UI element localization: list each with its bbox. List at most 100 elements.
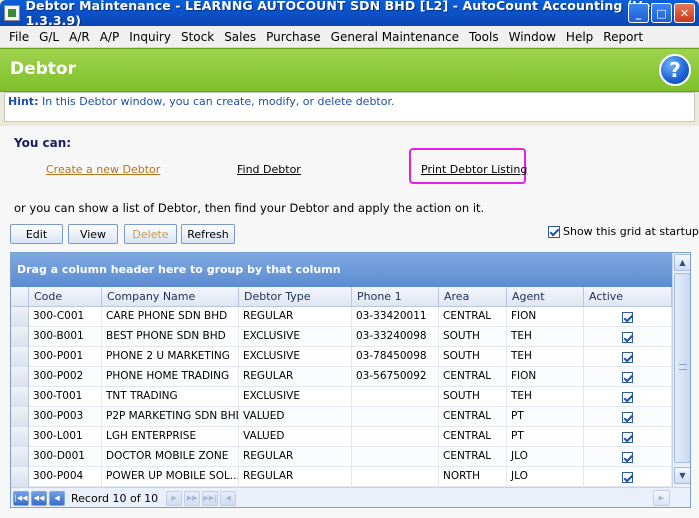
first-record-icon[interactable]: |◀◀ [13,490,29,506]
cell-code: 300-P003 [29,407,102,427]
menu-stock[interactable]: Stock [176,30,219,44]
scroll-left-icon[interactable]: ◀ [220,490,237,506]
menu-sales[interactable]: Sales [219,30,261,44]
active-checkbox[interactable] [622,391,633,403]
column-header-company-name[interactable]: Company Name [102,287,239,307]
view-button[interactable]: View [68,224,118,244]
prev-page-icon[interactable]: ◀◀ [31,490,47,506]
active-checkbox[interactable] [622,451,633,463]
vertical-scrollbar[interactable]: ▲ ▼ [672,253,690,487]
prev-record-icon[interactable]: ◀ [49,490,65,506]
menu-file[interactable]: File [4,30,34,44]
print-debtor-listing-link[interactable]: Print Debtor Listing [421,163,527,176]
create-debtor-link[interactable]: Create a new Debtor [46,163,160,176]
column-header-active[interactable]: Active [584,287,672,307]
menu-inquiry[interactable]: Inquiry [124,30,176,44]
table-row[interactable]: 300-P003 P2P MARKETING SDN BHD VALUED CE… [11,407,672,427]
cell-phone [352,467,439,487]
cell-company-name: PHONE HOME TRADING [102,367,239,387]
page-title: Debtor [10,59,76,79]
table-row[interactable]: 300-P004 POWER UP MOBILE SOL... REGULAR … [11,467,672,487]
refresh-button[interactable]: Refresh [181,224,235,244]
cell-code: 300-B001 [29,327,102,347]
cell-company-name: POWER UP MOBILE SOL... [102,467,239,487]
cell-debtor-type: REGULAR [239,367,352,387]
cell-area: NORTH [439,467,507,487]
table-row[interactable]: 300-P002 PHONE HOME TRADING REGULAR 03-5… [11,367,672,387]
column-header-agent[interactable]: Agent [507,287,584,307]
scroll-thumb[interactable] [674,273,690,463]
column-header-debtor-type[interactable]: Debtor Type [239,287,352,307]
active-checkbox[interactable] [622,351,633,363]
column-header-code[interactable]: Code [29,287,102,307]
cell-code: 300-T001 [29,387,102,407]
table-row[interactable]: 300-P001 PHONE 2 U MARKETING EXCLUSIVE 0… [11,347,672,367]
group-by-panel[interactable]: Drag a column header here to group by th… [11,253,672,287]
help-icon[interactable]: ? [659,54,691,86]
active-checkbox[interactable] [622,371,633,383]
delete-button[interactable]: Delete [124,224,177,244]
menu-tools[interactable]: Tools [464,30,504,44]
hint-text: In this Debtor window, you can create, m… [41,95,395,108]
menu-general-maintenance[interactable]: General Maintenance [326,30,464,44]
show-grid-checkbox[interactable] [548,225,560,238]
cell-area: CENTRAL [439,407,507,427]
cell-code: 300-D001 [29,447,102,467]
cell-debtor-type: REGULAR [239,467,352,487]
show-grid-startup[interactable]: Show this grid at startup [548,225,699,238]
table-row[interactable]: 300-T001 TNT TRADING EXCLUSIVE SOUTH TEH [11,387,672,407]
edit-button[interactable]: Edit [10,224,63,244]
table-row[interactable]: 300-L001 LGH ENTERPRISE VALUED CENTRAL P… [11,427,672,447]
cell-area: CENTRAL [439,307,507,327]
menu-report[interactable]: Report [598,30,648,44]
menu-gl[interactable]: G/L [34,30,64,44]
active-checkbox[interactable] [622,411,633,423]
menu-ar[interactable]: A/R [64,30,95,44]
cell-phone [352,407,439,427]
row-indicator [11,447,29,467]
active-checkbox[interactable] [622,311,633,323]
cell-active [584,387,672,407]
menu-ap[interactable]: A/P [95,30,125,44]
menu-window[interactable]: Window [504,30,561,44]
cell-phone [352,387,439,407]
active-checkbox[interactable] [622,331,633,343]
cell-debtor-type: EXCLUSIVE [239,387,352,407]
cell-phone: 03-33240098 [352,327,439,347]
cell-agent: TEH [507,387,584,407]
grid-rows: 300-C001 CARE PHONE SDN BHD REGULAR 03-3… [11,307,672,487]
last-record-icon[interactable]: ▶▶| [202,490,219,506]
record-navigator: |◀◀ ◀◀ ◀ Record 10 of 10 ▶ ▶▶ ▶▶| ◀ ▶ [11,487,690,507]
cell-company-name: CARE PHONE SDN BHD [102,307,239,327]
minimize-button[interactable]: _ [628,3,649,23]
active-checkbox[interactable] [622,471,633,483]
grid-header: Code Company Name Debtor Type Phone 1 Ar… [11,287,672,307]
row-indicator [11,427,29,447]
column-header-area[interactable]: Area [439,287,507,307]
maximize-button[interactable]: □ [651,3,672,23]
cell-company-name: DOCTOR MOBILE ZONE [102,447,239,467]
close-button[interactable]: ✕ [674,3,695,23]
cell-area: CENTRAL [439,367,507,387]
show-grid-label: Show this grid at startup [563,225,699,238]
scroll-down-icon[interactable]: ▼ [674,467,690,484]
menu-purchase[interactable]: Purchase [261,30,326,44]
scroll-right-icon[interactable]: ▶ [653,490,670,506]
cell-code: 300-P004 [29,467,102,487]
column-header-phone[interactable]: Phone 1 [352,287,439,307]
table-row[interactable]: 300-D001 DOCTOR MOBILE ZONE REGULAR CENT… [11,447,672,467]
menu-help[interactable]: Help [561,30,598,44]
row-indicator [11,367,29,387]
table-row[interactable]: 300-B001 BEST PHONE SDN BHD EXCLUSIVE 03… [11,327,672,347]
cell-debtor-type: REGULAR [239,307,352,327]
active-checkbox[interactable] [622,431,633,443]
cell-agent: PT [507,407,584,427]
menu-bar: File G/L A/R A/P Inquiry Stock Sales Pur… [0,26,699,48]
row-indicator [11,347,29,367]
next-record-icon[interactable]: ▶ [166,490,183,506]
scroll-up-icon[interactable]: ▲ [674,254,690,271]
next-page-icon[interactable]: ▶▶ [184,490,201,506]
table-row[interactable]: 300-C001 CARE PHONE SDN BHD REGULAR 03-3… [11,307,672,327]
find-debtor-link[interactable]: Find Debtor [237,163,301,176]
list-instruction-text: or you can show a list of Debtor, then f… [14,201,485,215]
